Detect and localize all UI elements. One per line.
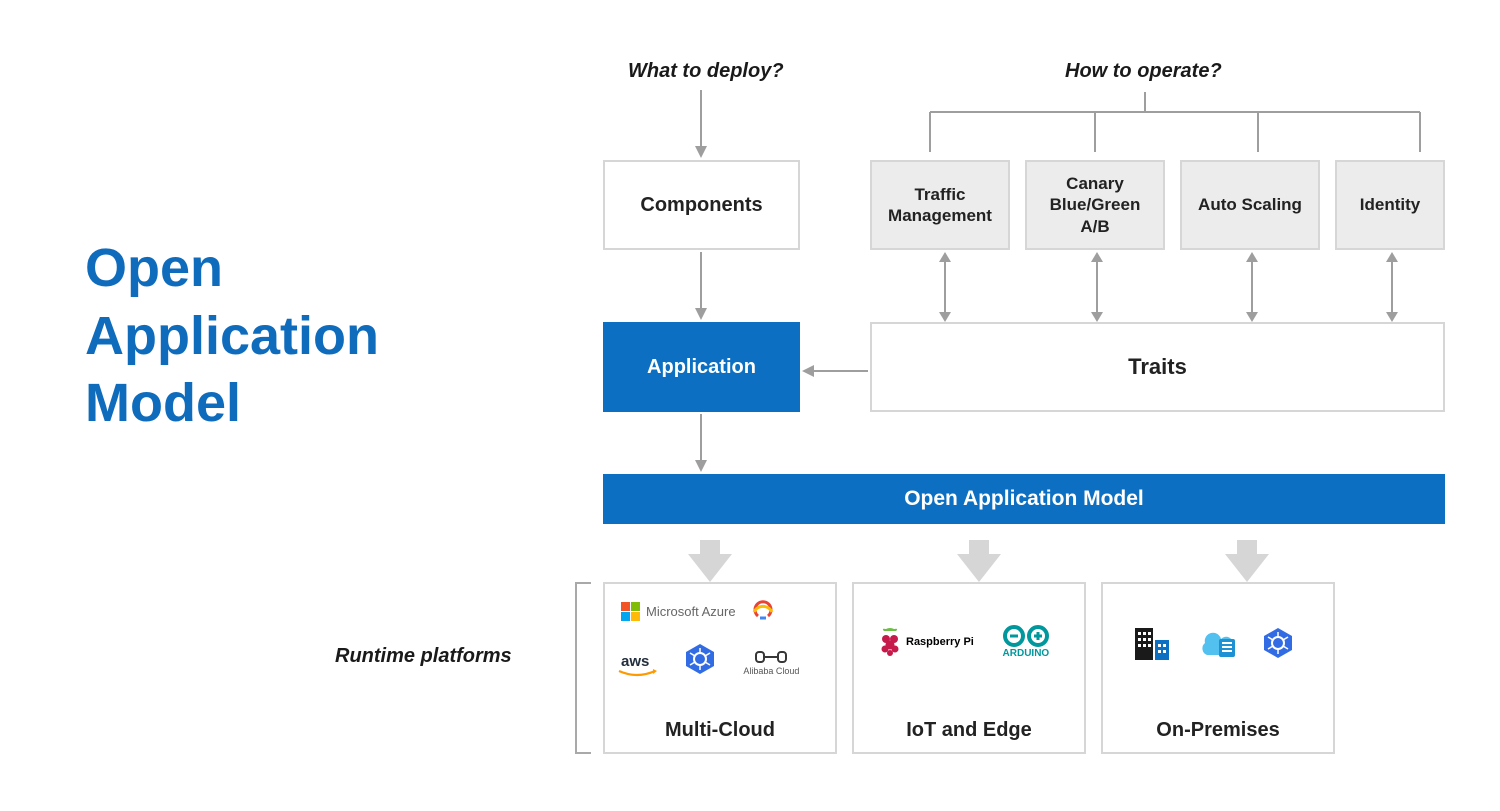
runtime-bracket bbox=[575, 582, 591, 754]
dbl-arrow-2 bbox=[1090, 252, 1104, 322]
microsoft-azure-icon: Microsoft Azure bbox=[621, 602, 736, 621]
trait-box-autoscale: Auto Scaling bbox=[1180, 160, 1320, 250]
platform-onprem-title: On-Premises bbox=[1103, 719, 1333, 742]
big-arrow-3 bbox=[1225, 554, 1269, 582]
cloud-server-icon bbox=[1195, 625, 1239, 666]
arrow-app-to-oam bbox=[699, 414, 703, 474]
trait-box-autoscale-label: Auto Scaling bbox=[1198, 194, 1302, 215]
platform-iot-title: IoT and Edge bbox=[854, 719, 1084, 742]
title-line-1: Open bbox=[85, 235, 379, 303]
platform-multicloud: Microsoft Azure aws Alibaba Cloud Multi-… bbox=[603, 582, 837, 754]
raspberry-pi-icon: Raspberry Pi bbox=[878, 627, 974, 657]
title-line-3: Model bbox=[85, 370, 379, 438]
dbl-arrow-3 bbox=[1245, 252, 1259, 322]
dbl-arrow-1 bbox=[938, 252, 952, 322]
box-components: Components bbox=[603, 160, 800, 250]
oam-bar: Open Application Model bbox=[603, 474, 1445, 524]
trait-box-canary-label: Canary Blue/Green A/B bbox=[1033, 173, 1157, 237]
platform-iot-edge: Raspberry Pi ARDUINO IoT and Edge bbox=[852, 582, 1086, 754]
question-deploy: What to deploy? bbox=[628, 60, 784, 83]
trait-box-traffic: Traffic Management bbox=[870, 160, 1010, 250]
oam-bar-label: Open Application Model bbox=[904, 487, 1144, 511]
bracket-operate bbox=[870, 92, 1445, 167]
platform-onprem: On-Premises bbox=[1101, 582, 1335, 754]
box-traits-label: Traits bbox=[1128, 354, 1187, 380]
box-components-label: Components bbox=[640, 194, 762, 217]
kubernetes-icon bbox=[683, 642, 717, 681]
kubernetes-icon-2 bbox=[1261, 626, 1295, 665]
title-line-2: Application bbox=[85, 303, 379, 371]
dbl-arrow-4 bbox=[1385, 252, 1399, 322]
trait-box-canary: Canary Blue/Green A/B bbox=[1025, 160, 1165, 250]
alibaba-cloud-icon: Alibaba Cloud bbox=[743, 648, 799, 676]
trait-box-identity: Identity bbox=[1335, 160, 1445, 250]
arrow-deploy-to-components bbox=[700, 90, 702, 160]
box-application: Application bbox=[603, 322, 800, 412]
runtime-platforms-label: Runtime platforms bbox=[335, 645, 512, 668]
trait-box-traffic-label: Traffic Management bbox=[878, 184, 1002, 227]
aws-icon: aws bbox=[621, 653, 649, 670]
question-operate: How to operate? bbox=[1065, 60, 1222, 83]
box-traits: Traits bbox=[870, 322, 1445, 412]
arrow-traits-to-app bbox=[802, 364, 870, 378]
gcp-icon bbox=[750, 598, 776, 625]
platform-multicloud-title: Multi-Cloud bbox=[605, 719, 835, 742]
box-application-label: Application bbox=[647, 356, 756, 379]
arduino-icon: ARDUINO bbox=[1000, 624, 1052, 659]
big-arrow-1 bbox=[688, 554, 732, 582]
big-arrow-2 bbox=[957, 554, 1001, 582]
arrow-comp-to-app bbox=[699, 252, 703, 322]
diagram-title: Open Application Model bbox=[85, 235, 379, 438]
trait-box-identity-label: Identity bbox=[1360, 194, 1420, 215]
buildings-icon bbox=[1133, 624, 1173, 667]
